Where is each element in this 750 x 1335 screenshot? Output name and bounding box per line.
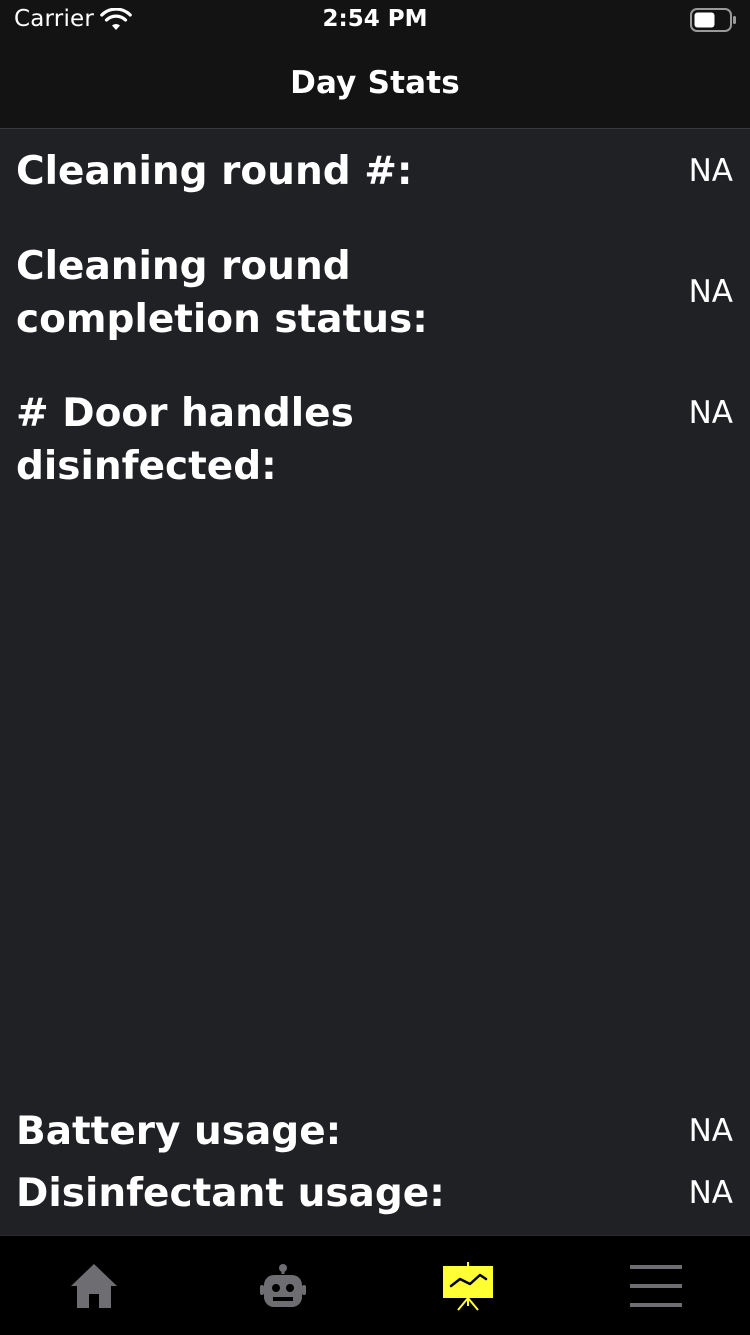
tab-stats[interactable] [374, 1236, 561, 1335]
stat-row-cleaning-round: Cleaning round #: NA [0, 145, 750, 198]
stat-label-cleaning-round: Cleaning round #: [16, 149, 413, 194]
home-icon [71, 1264, 117, 1308]
navigation-bar: Day Stats [0, 40, 750, 129]
stat-row-battery-usage: Battery usage: NA [0, 1105, 750, 1158]
stat-label-battery-usage: Battery usage: [16, 1109, 342, 1154]
stat-label-completion-status-line1: Cleaning round [16, 244, 351, 289]
robot-icon [260, 1264, 306, 1307]
stat-value-completion-status: NA [688, 274, 733, 310]
stats-chart-icon [443, 1262, 493, 1311]
stat-label-completion-status-line2: completion status: [16, 297, 428, 342]
tab-home[interactable] [0, 1236, 187, 1335]
clock: 2:54 PM [322, 6, 428, 32]
stat-row-disinfectant-usage: Disinfectant usage: NA [0, 1167, 750, 1220]
menu-icon [630, 1265, 682, 1307]
stat-value-cleaning-round: NA [688, 153, 733, 189]
stat-value-disinfectant-usage: NA [688, 1175, 733, 1211]
tab-robot[interactable] [187, 1236, 374, 1335]
stat-label-door-handles: # Door handles disinfected: [16, 391, 354, 489]
stat-label-disinfectant-usage: Disinfectant usage: [16, 1171, 445, 1216]
page-title: Day Stats [290, 65, 460, 101]
stat-value-door-handles: NA [688, 395, 733, 431]
stat-row-completion-status: Cleaning round completion status: NA [0, 240, 750, 346]
battery-icon [690, 8, 736, 32]
tab-menu[interactable] [561, 1236, 748, 1335]
stat-value-battery-usage: NA [688, 1113, 733, 1149]
status-bar: Carrier 2:54 PM [0, 0, 750, 40]
tab-bar [0, 1235, 750, 1335]
stat-row-door-handles: # Door handles disinfected: NA [0, 387, 750, 489]
